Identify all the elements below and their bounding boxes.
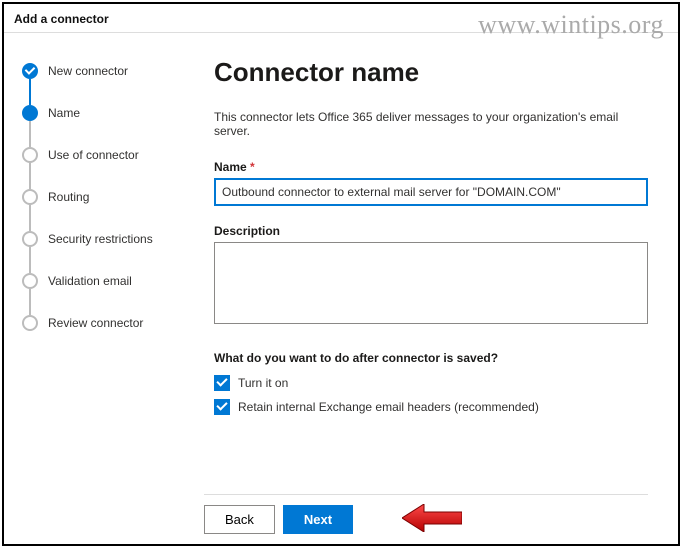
step-new-connector[interactable]: New connector xyxy=(22,63,194,79)
panel-title: Add a connector xyxy=(4,4,678,32)
step-connector-line xyxy=(29,163,31,189)
description-field-label: Description xyxy=(214,224,648,238)
step-use-of-connector[interactable]: Use of connector xyxy=(22,147,194,163)
back-button[interactable]: Back xyxy=(204,505,275,534)
checkbox-retain-headers[interactable]: Retain internal Exchange email headers (… xyxy=(214,399,648,415)
step-name[interactable]: Name xyxy=(22,105,194,121)
checkbox-turn-it-on[interactable]: Turn it on xyxy=(214,375,648,391)
checkbox-checked-icon xyxy=(214,399,230,415)
step-label: Use of connector xyxy=(48,147,139,163)
step-connector-line xyxy=(29,79,31,105)
page-title: Connector name xyxy=(214,57,648,88)
step-label: Security restrictions xyxy=(48,231,153,247)
step-validation-email[interactable]: Validation email xyxy=(22,273,194,289)
step-connector-line xyxy=(29,121,31,147)
wizard-steps-sidebar: New connector Name Use of connector Rout… xyxy=(4,33,204,543)
step-review-connector[interactable]: Review connector xyxy=(22,315,194,331)
checkbox-label: Retain internal Exchange email headers (… xyxy=(238,400,539,414)
check-icon xyxy=(22,63,38,79)
pending-step-icon xyxy=(22,147,38,163)
step-routing[interactable]: Routing xyxy=(22,189,194,205)
name-field-label: Name * xyxy=(214,160,648,174)
pending-step-icon xyxy=(22,189,38,205)
step-label: Review connector xyxy=(48,315,143,331)
pending-step-icon xyxy=(22,315,38,331)
connector-description-input[interactable] xyxy=(214,242,648,324)
step-connector-line xyxy=(29,205,31,231)
pending-step-icon xyxy=(22,231,38,247)
next-button[interactable]: Next xyxy=(283,505,353,534)
step-security-restrictions[interactable]: Security restrictions xyxy=(22,231,194,247)
after-save-question: What do you want to do after connector i… xyxy=(214,351,648,365)
checkbox-checked-icon xyxy=(214,375,230,391)
wizard-footer: Back Next xyxy=(204,494,648,534)
connector-name-input[interactable] xyxy=(214,178,648,206)
step-label: Routing xyxy=(48,189,89,205)
step-label: Validation email xyxy=(48,273,132,289)
step-label: Name xyxy=(48,105,80,121)
main-panel: Connector name This connector lets Offic… xyxy=(204,33,678,543)
step-label: New connector xyxy=(48,63,128,79)
current-step-icon xyxy=(22,105,38,121)
page-subtitle: This connector lets Office 365 deliver m… xyxy=(214,110,648,138)
step-connector-line xyxy=(29,247,31,273)
step-connector-line xyxy=(29,289,31,315)
pending-step-icon xyxy=(22,273,38,289)
checkbox-label: Turn it on xyxy=(238,376,288,390)
